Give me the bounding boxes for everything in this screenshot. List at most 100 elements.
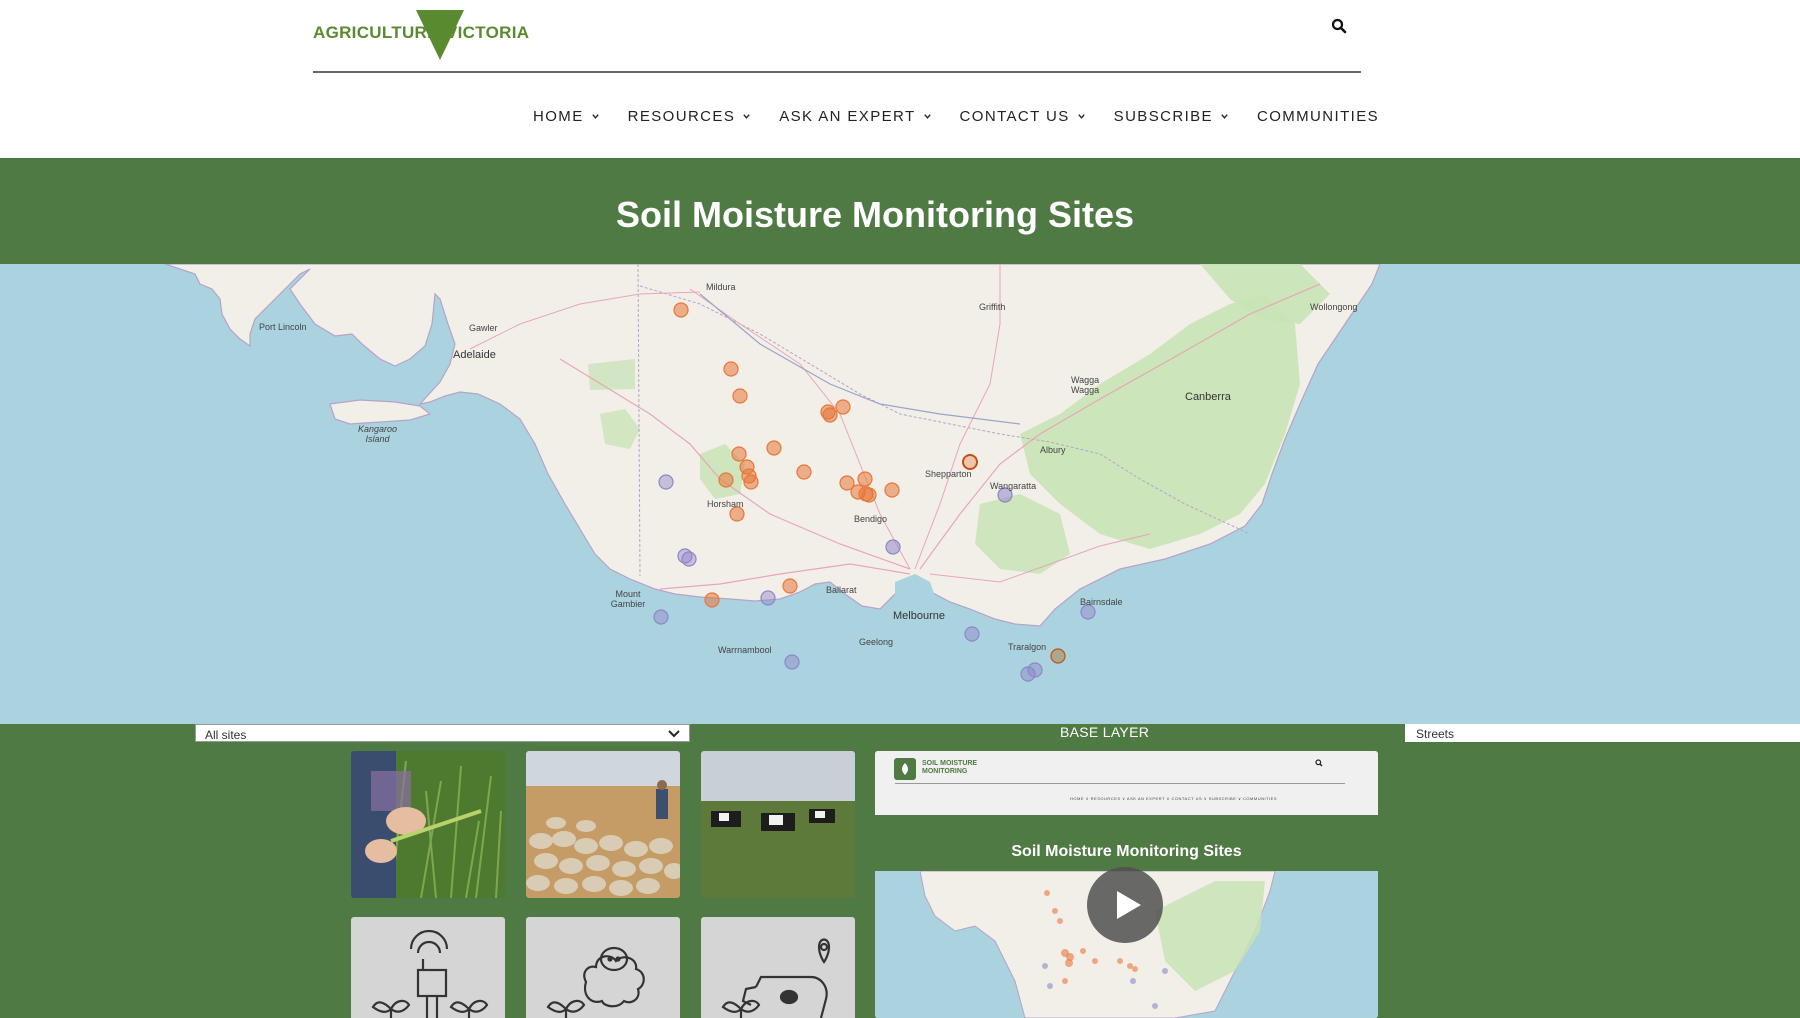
sheep-crop-icon <box>546 946 645 1018</box>
map-label-shepparton: Shepparton <box>925 469 972 479</box>
map-label-griffith: Griffith <box>979 302 1006 312</box>
nav-label: RESOURCES <box>627 107 736 125</box>
sites-map[interactable]: Mildura Griffith Port Lincoln Gawler Ade… <box>0 264 1800 724</box>
photo-tile-sheep[interactable] <box>526 751 680 898</box>
cattle-location-icon <box>721 938 831 1018</box>
base-layer-label: BASE LAYER <box>1060 724 1150 740</box>
nav-item-resources[interactable]: RESOURCES <box>628 106 752 126</box>
search-icon <box>1331 18 1347 34</box>
video-title: Soil Moisture Monitoring Sites <box>1011 843 1242 860</box>
map-controls-panel: All sites BASE LAYER Streets SOIL MOISTU… <box>0 724 1800 1018</box>
site-marker <box>1027 662 1043 678</box>
video-header-divider <box>895 783 1345 784</box>
site-marker <box>731 446 747 462</box>
nav-label: CONTACT US <box>959 107 1070 125</box>
site-marker <box>962 454 978 470</box>
site-marker <box>820 404 836 420</box>
site-marker <box>784 654 800 670</box>
map-label-warrnambool: Warrnambool <box>718 645 772 655</box>
title-banner: Soil Moisture Monitoring Sites <box>0 158 1800 264</box>
base-layer-value: Streets <box>1416 727 1455 741</box>
site-marker <box>729 506 745 522</box>
map-label-kangaroo-island: Kangaroo Island <box>357 424 398 444</box>
site-marker <box>653 609 669 625</box>
wheat-crop-photo <box>351 751 505 898</box>
chevron-down-icon <box>1077 113 1085 119</box>
search-icon <box>1315 759 1323 767</box>
map-label-gawler: Gawler <box>469 323 498 333</box>
park-area-sa <box>588 359 635 390</box>
tile-sheep-crop[interactable] <box>526 917 680 1018</box>
nav-item-home[interactable]: HOME <box>533 106 600 126</box>
base-layer-select[interactable]: Streets <box>1405 724 1800 742</box>
intro-video-player[interactable]: SOIL MOISTURE MONITORING HOME ∨ RESOURCE… <box>875 751 1378 1018</box>
map-label-wollongong: Wollongong <box>1310 302 1358 312</box>
photo-tile-crop[interactable] <box>351 751 505 898</box>
soil-probe-icon <box>371 929 489 1018</box>
site-marker <box>718 472 734 488</box>
nav-label: HOME <box>533 107 584 125</box>
site-marker <box>964 626 980 642</box>
video-mini-nav: HOME ∨ RESOURCES ∨ ASK AN EXPERT ∨ CONTA… <box>1070 796 1277 801</box>
map-label-ballarat: Ballarat <box>826 585 857 595</box>
map-label-mount-gambier: Mount Gambier <box>610 589 646 609</box>
nav-item-ask-an-expert[interactable]: ASK AN EXPERT <box>779 106 931 126</box>
chevron-down-icon <box>1221 113 1228 119</box>
agriculture-victoria-logo[interactable]: AGRICULTURE VICTORIA <box>313 8 529 64</box>
map-label-geelong: Geelong <box>859 637 894 647</box>
header-divider <box>313 71 1361 73</box>
map-label-port-lincoln: Port Lincoln <box>259 322 307 332</box>
nav-item-communities[interactable]: COMMUNITIES <box>1257 106 1379 126</box>
sheep-flock-photo <box>526 751 680 898</box>
map-label-horsham: Horsham <box>707 499 744 509</box>
chevron-down-icon <box>668 730 680 738</box>
map-label-adelaide: Adelaide <box>453 349 496 361</box>
main-nav: HOME RESOURCES ASK AN EXPERT CONTACT US … <box>533 106 1379 126</box>
map-label-mildura: Mildura <box>706 282 736 292</box>
site-marker <box>835 399 851 415</box>
nav-label: SUBSCRIBE <box>1113 107 1213 125</box>
map-label-albury: Albury <box>1040 445 1066 455</box>
chevron-down-icon <box>923 113 931 119</box>
site-marker <box>885 539 901 555</box>
nav-item-contact-us[interactable]: CONTACT US <box>960 106 1086 126</box>
nav-label: COMMUNITIES <box>1256 107 1380 125</box>
site-marker <box>743 474 759 490</box>
site-marker <box>658 474 674 490</box>
site-header: AGRICULTURE VICTORIA HOME RESOURCES ASK … <box>0 0 1800 158</box>
site-marker <box>782 578 798 594</box>
site-marker <box>673 302 689 318</box>
map-canvas <box>164 264 1381 682</box>
map-label-wangaratta: Wangaratta <box>990 481 1037 491</box>
video-thumb-header: SOIL MOISTURE MONITORING HOME ∨ RESOURCE… <box>875 751 1378 815</box>
tile-soil-probe[interactable] <box>351 917 505 1018</box>
site-marker <box>732 388 748 404</box>
search-button[interactable] <box>1331 18 1351 38</box>
photo-tile-cattle[interactable] <box>701 751 855 898</box>
tile-cattle-location[interactable] <box>701 917 855 1018</box>
map-label-traralgon: Traralgon <box>1008 642 1047 652</box>
sites-filter-select[interactable]: All sites <box>195 724 690 742</box>
site-marker <box>861 487 877 503</box>
site-marker <box>1080 604 1096 620</box>
mini-logo-line1: SOIL MOISTURE <box>922 760 978 767</box>
video-title-band: Soil Moisture Monitoring Sites <box>875 815 1378 871</box>
map-label-canberra: Canberra <box>1185 391 1231 403</box>
chevron-down-icon <box>591 113 599 119</box>
play-button[interactable] <box>1087 867 1163 943</box>
nav-label: ASK AN EXPERT <box>779 107 916 125</box>
site-marker <box>884 482 900 498</box>
chevron-down-icon <box>743 113 750 119</box>
site-marker <box>760 590 776 606</box>
map-label-wagga-wagga: Wagga Wagga <box>1071 375 1100 395</box>
nav-item-subscribe[interactable]: SUBSCRIBE <box>1114 106 1229 126</box>
site-marker <box>766 440 782 456</box>
logo-text-right: VICTORIA <box>446 23 530 42</box>
site-marker <box>796 464 812 480</box>
site-marker <box>681 551 697 567</box>
mini-logo-line2: MONITORING <box>922 768 968 775</box>
site-marker <box>723 361 739 377</box>
map-label-bendigo: Bendigo <box>854 514 888 524</box>
page-title: Soil Moisture Monitoring Sites <box>615 194 1134 235</box>
site-marker <box>1050 648 1066 664</box>
